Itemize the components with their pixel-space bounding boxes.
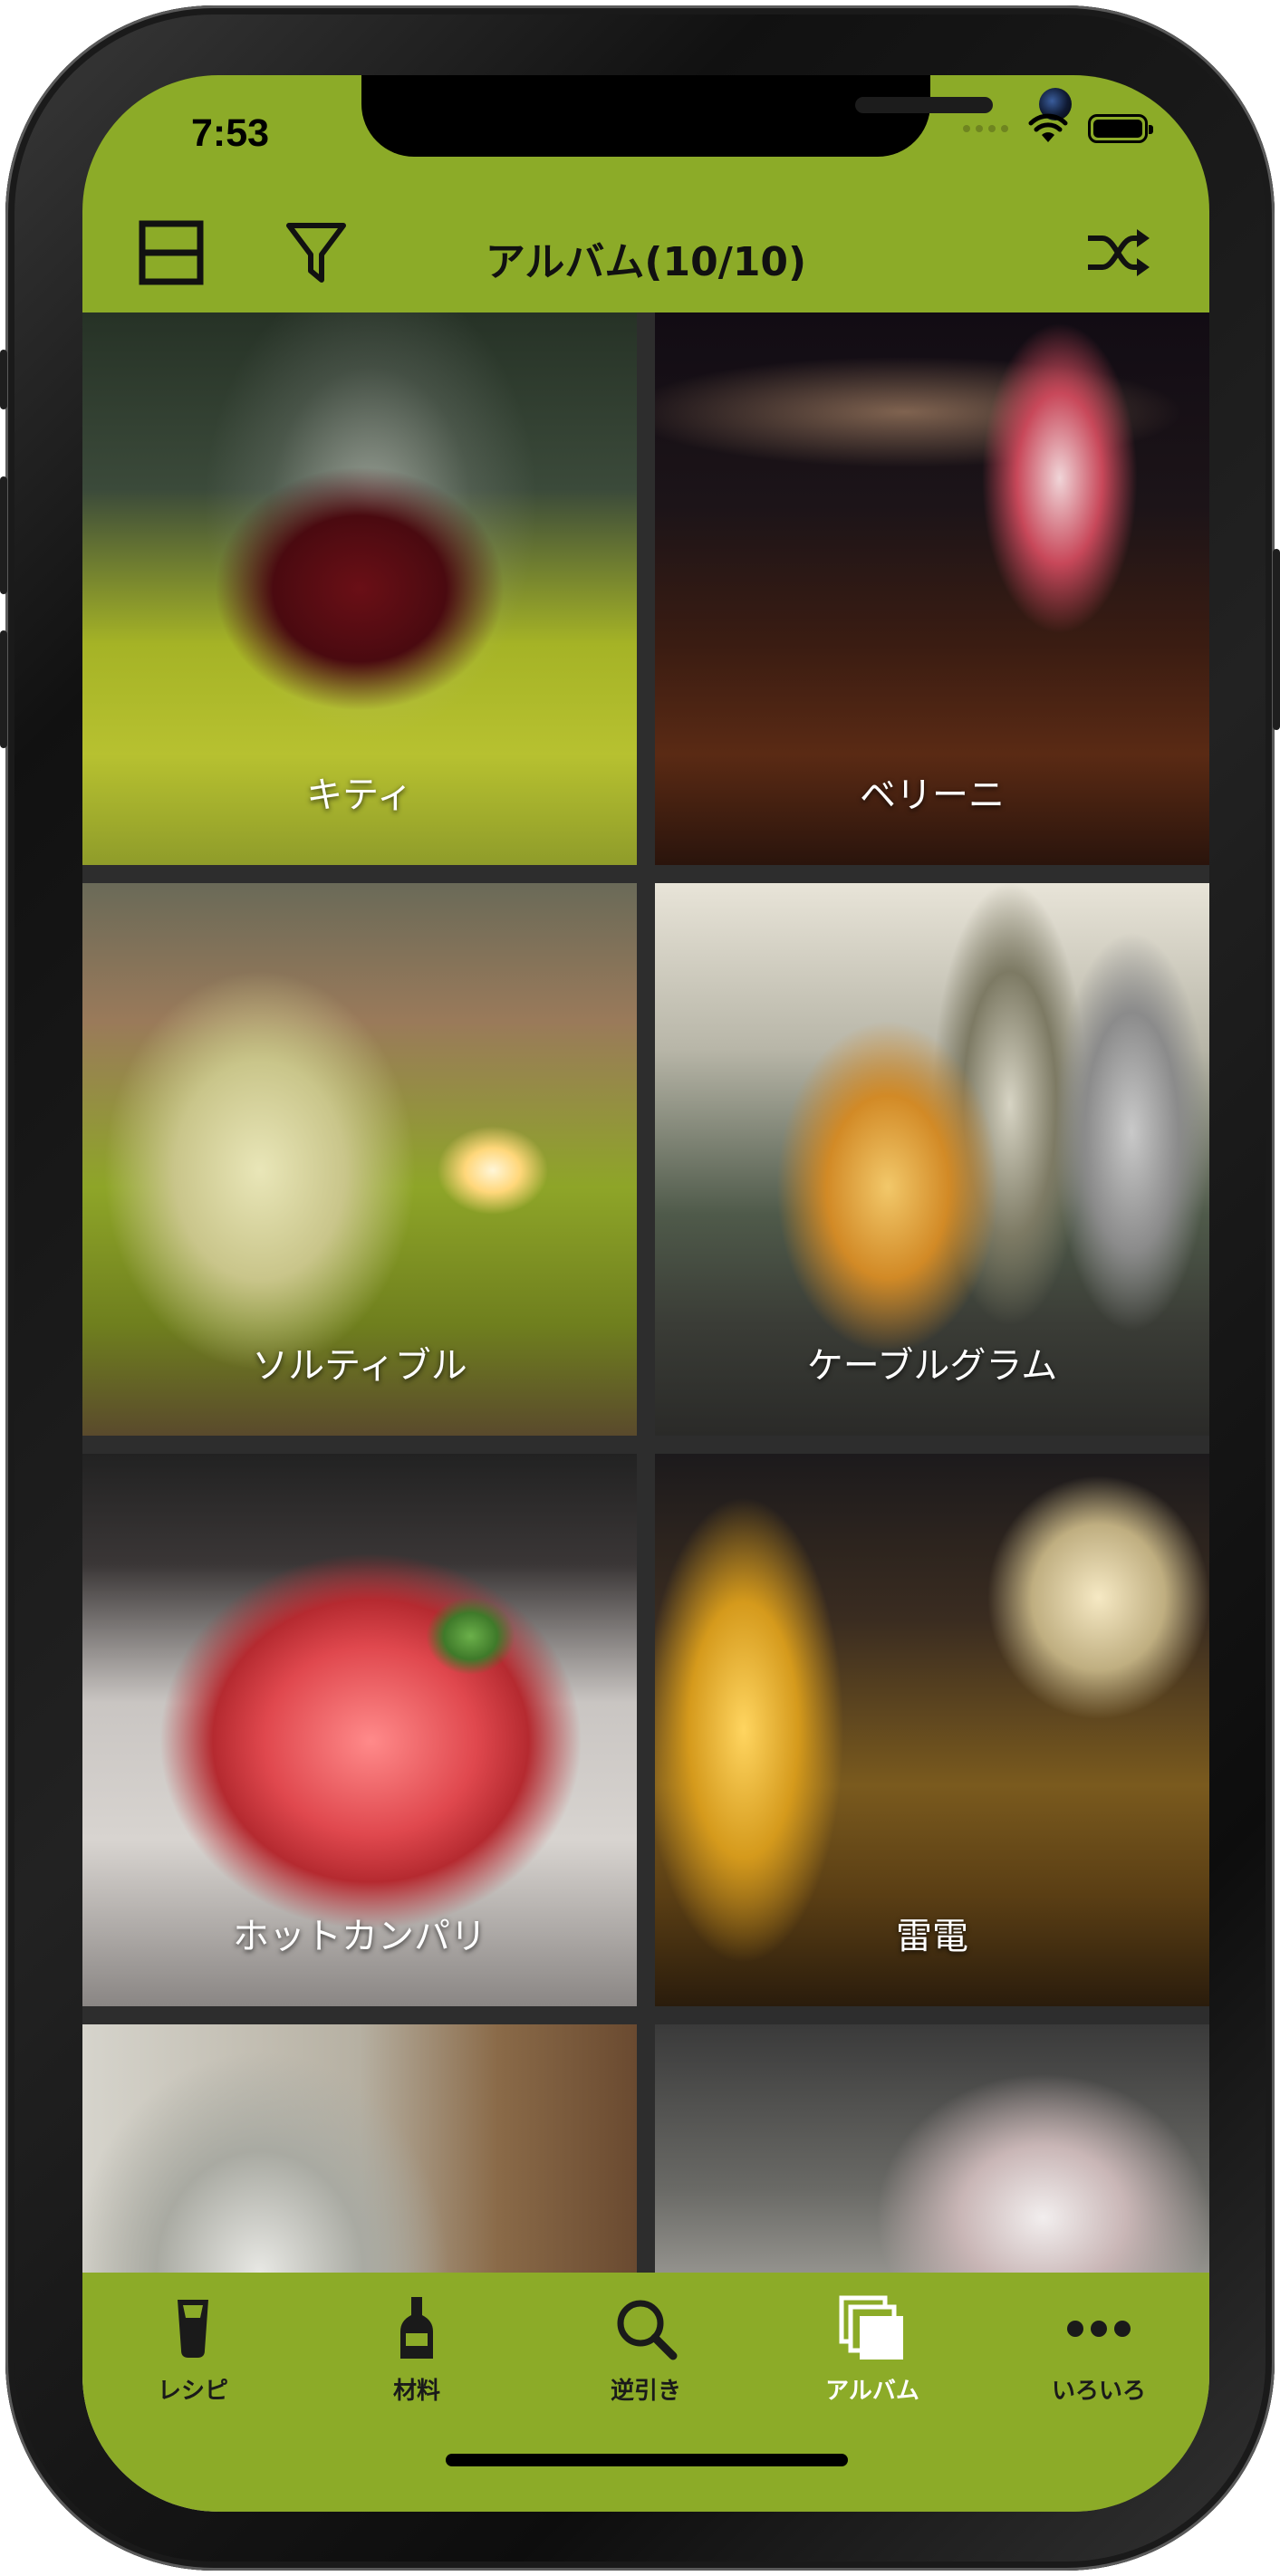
album-item-label: ホットカンパリ xyxy=(233,1916,486,1957)
tab-recipe[interactable]: レシピ xyxy=(102,2292,284,2419)
album-item-label: ケーブルグラム xyxy=(806,1345,1058,1387)
tab-misc-label: いろいろ xyxy=(1051,2378,1146,2405)
header: アルバム(10/10) xyxy=(82,209,1209,312)
tab-reverse-search-label: 逆引き xyxy=(610,2378,681,2405)
album-item-label: ベリーニ xyxy=(860,774,1005,816)
album-item[interactable]: 雷電 xyxy=(655,1454,1209,2006)
tab-album-label: アルバム xyxy=(825,2378,919,2405)
silent-switch xyxy=(0,350,7,409)
album-item[interactable]: ホットカンパリ xyxy=(82,1454,637,2006)
album-icon xyxy=(836,2292,909,2365)
tab-album[interactable]: アルバム xyxy=(782,2292,963,2419)
wifi-icon xyxy=(1028,113,1068,142)
tab-reverse-search[interactable]: 逆引き xyxy=(555,2292,736,2419)
signal-icon xyxy=(963,125,1008,132)
album-item[interactable]: ソルティブル xyxy=(82,883,637,1436)
album-grid[interactable]: キティ ベリーニ ソルティブル ケーブルグラム ホットカンパリ 雷電 xyxy=(82,312,1209,2512)
battery-icon xyxy=(1088,114,1153,143)
album-item[interactable]: キティ xyxy=(82,312,637,865)
album-item-label: ソルティブル xyxy=(252,1345,467,1387)
speaker-grille xyxy=(855,97,993,113)
volume-up-button xyxy=(0,476,7,594)
tab-ingredients-label: 材料 xyxy=(392,2378,440,2405)
home-indicator[interactable] xyxy=(446,2454,848,2466)
bottle-icon xyxy=(380,2292,453,2365)
more-icon xyxy=(1063,2292,1135,2365)
screen: 7:53 アルバム(10/10) キティ ベリーニ ソルティブル ケーブルグラム… xyxy=(82,75,1209,2512)
phone-frame: 7:53 アルバム(10/10) キティ ベリーニ ソルティブル ケーブルグラム… xyxy=(0,5,1280,2571)
status-time: 7:53 xyxy=(191,111,270,155)
page-title: アルバム(10/10) xyxy=(485,239,807,285)
volume-down-button xyxy=(0,630,7,748)
power-button xyxy=(1273,549,1280,730)
album-item[interactable]: ベリーニ xyxy=(655,312,1209,865)
status-indicators xyxy=(963,113,1153,144)
album-item-label: 雷電 xyxy=(896,1916,968,1957)
notch xyxy=(361,75,1072,157)
tab-misc[interactable]: いろいろ xyxy=(1008,2292,1189,2419)
shuffle-icon[interactable] xyxy=(1083,216,1155,289)
tab-recipe-label: レシピ xyxy=(157,2378,228,2405)
album-item[interactable]: ケーブルグラム xyxy=(655,883,1209,1436)
album-item-label: キティ xyxy=(306,774,413,816)
top-bar: 7:53 アルバム(10/10) xyxy=(82,75,1209,312)
search-icon xyxy=(610,2292,682,2365)
beer-glass-icon xyxy=(157,2292,229,2365)
tab-bar: レシピ 材料 逆引き アルバム いろいろ xyxy=(82,2273,1209,2512)
tab-ingredients[interactable]: 材料 xyxy=(326,2292,507,2419)
